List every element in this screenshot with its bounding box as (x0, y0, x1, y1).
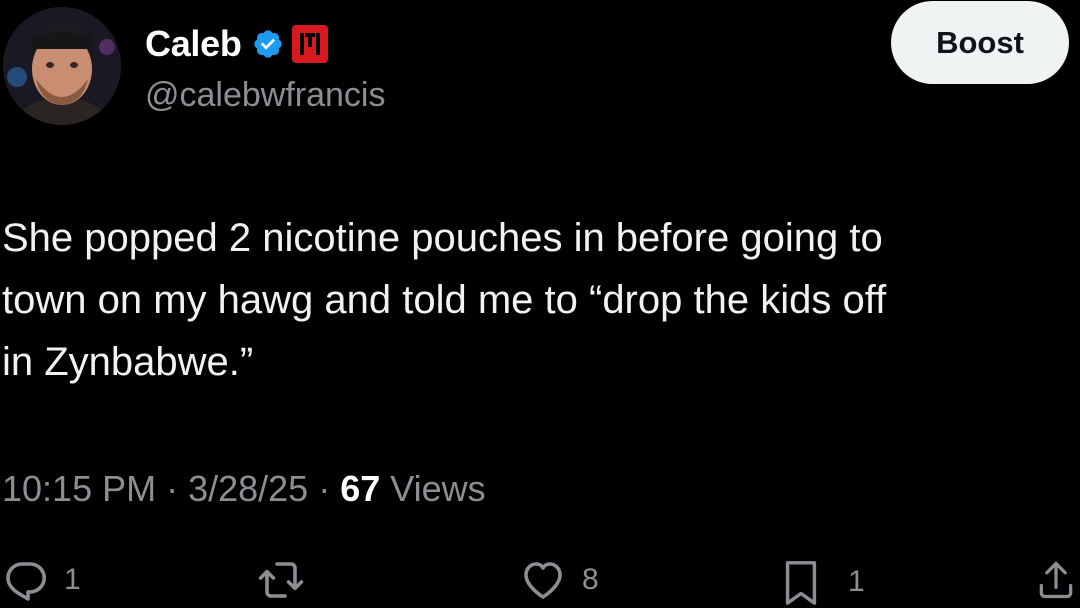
views-count[interactable]: 67 (340, 468, 380, 510)
bookmark-icon (785, 561, 817, 605)
tweet-meta: 10:15 PM · 3/28/25 · 67 Views (2, 468, 486, 510)
avatar-image (3, 7, 121, 125)
tweet-text: She popped 2 nicotine pouches in before … (2, 216, 887, 384)
like-icon (524, 562, 562, 599)
reply-icon (6, 562, 46, 601)
author-handle[interactable]: @calebwfrancis (145, 76, 386, 115)
affiliate-badge-icon[interactable] (291, 25, 328, 63)
share-button[interactable] (1034, 556, 1078, 604)
like-button[interactable]: 8 (518, 556, 599, 604)
share-icon (1039, 561, 1073, 599)
reply-count: 1 (64, 563, 81, 596)
meta-separator: · (166, 468, 179, 509)
meta-separator: · (318, 468, 331, 509)
repost-button[interactable] (255, 556, 321, 604)
tweet-date[interactable]: 3/28/25 (188, 468, 308, 510)
bookmark-count: 1 (848, 565, 865, 598)
tweet-time[interactable]: 10:15 PM (2, 468, 156, 510)
bookmark-button[interactable]: 1 (778, 556, 865, 608)
boost-button[interactable]: Boost (891, 1, 1069, 84)
verified-badge-icon[interactable] (252, 28, 284, 60)
like-count: 8 (582, 563, 599, 596)
avatar[interactable] (3, 7, 121, 125)
views-label: Views (390, 468, 486, 509)
reply-button[interactable]: 1 (2, 556, 81, 604)
author-display-name[interactable]: Caleb (145, 23, 242, 65)
repost-icon (258, 562, 304, 598)
author-name-row: Caleb (145, 22, 328, 66)
tweet-actions: 1 8 1 (0, 556, 1080, 608)
affiliate-logo-icon (299, 33, 320, 55)
